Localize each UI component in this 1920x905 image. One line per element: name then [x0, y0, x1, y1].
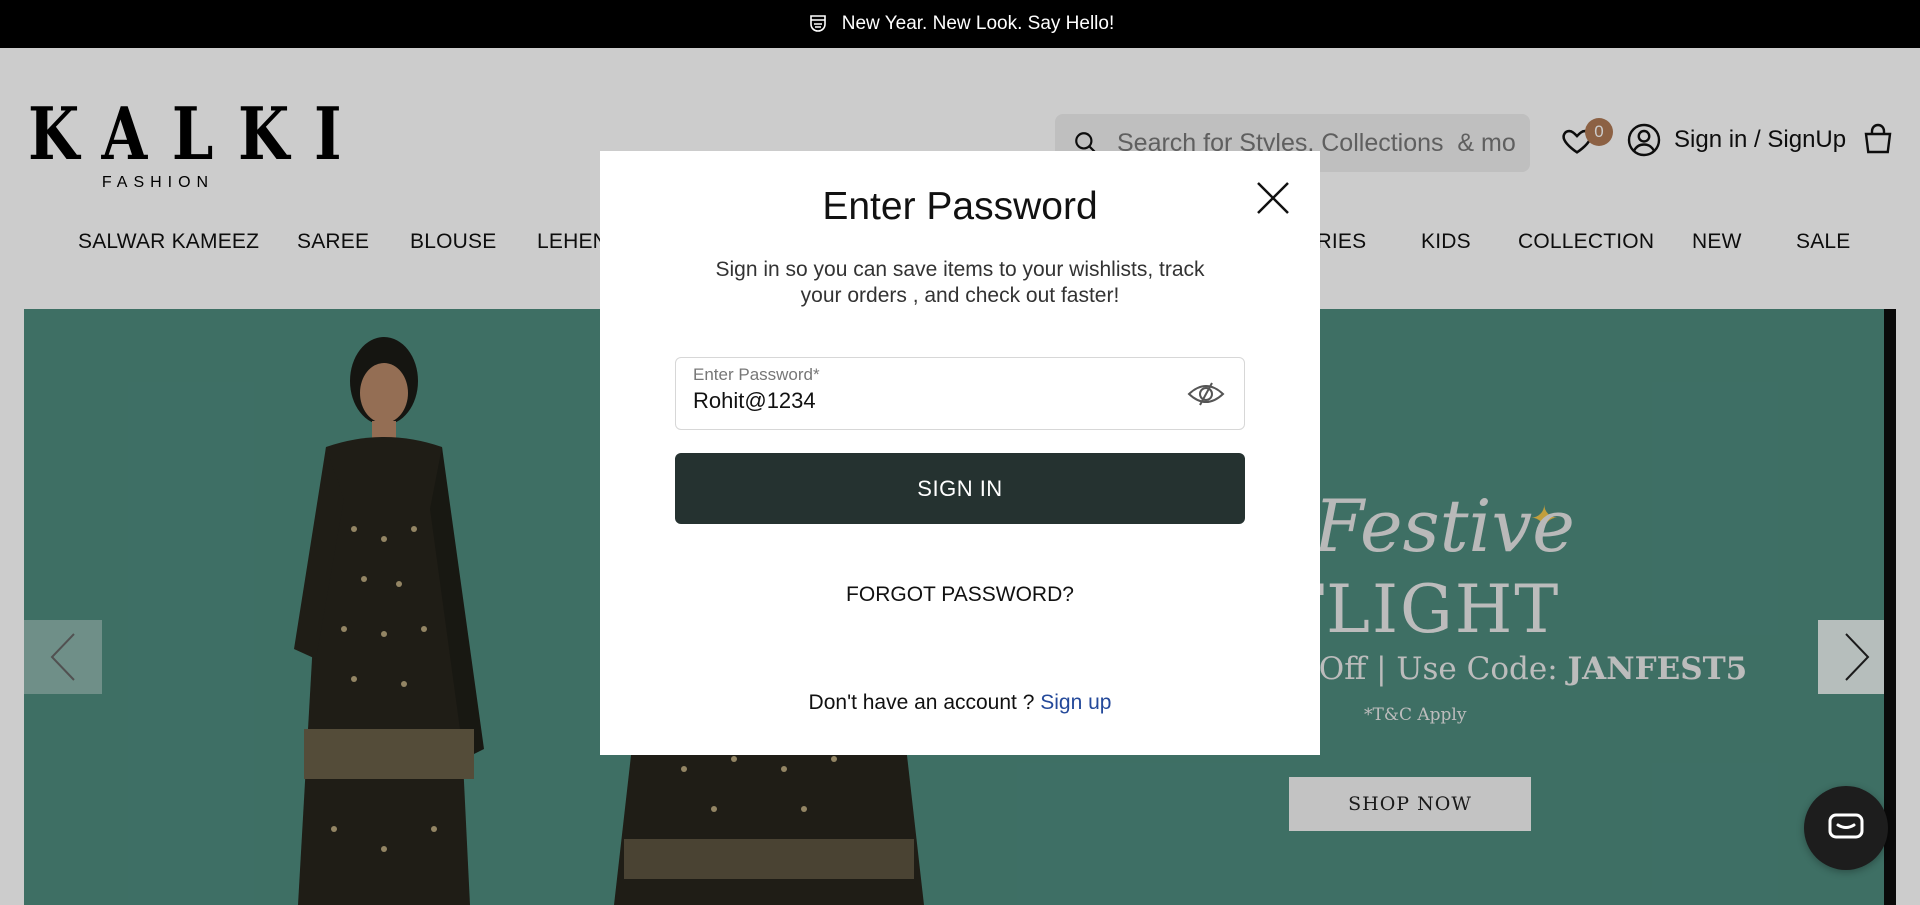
password-modal: Enter Password Sign in so you can save i… [600, 151, 1320, 755]
modal-description: Sign in so you can save items to your wi… [715, 258, 1205, 307]
announcement-bar: New Year. New Look. Say Hello! [0, 0, 1920, 48]
modal-title: Enter Password [822, 185, 1098, 228]
signup-link[interactable]: Sign up [1040, 691, 1111, 714]
password-input[interactable] [693, 388, 1173, 414]
chat-bubble-icon [1828, 813, 1864, 839]
no-account-text: Don't have an account ? [808, 691, 1041, 714]
eye-off-icon[interactable] [1186, 374, 1226, 414]
forgot-password-link[interactable]: FORGOT PASSWORD? [600, 583, 1320, 607]
close-button[interactable] [1252, 177, 1294, 219]
announcement-text: New Year. New Look. Say Hello! [841, 13, 1115, 34]
password-label: Enter Password* [693, 365, 820, 384]
signup-prompt: Don't have an account ? Sign up [600, 691, 1320, 715]
face-mask-icon [809, 15, 826, 32]
password-field[interactable]: Enter Password* [675, 357, 1245, 430]
sign-in-button[interactable]: SIGN IN [675, 453, 1245, 524]
close-icon [1257, 182, 1289, 214]
chat-button[interactable] [1804, 786, 1888, 870]
